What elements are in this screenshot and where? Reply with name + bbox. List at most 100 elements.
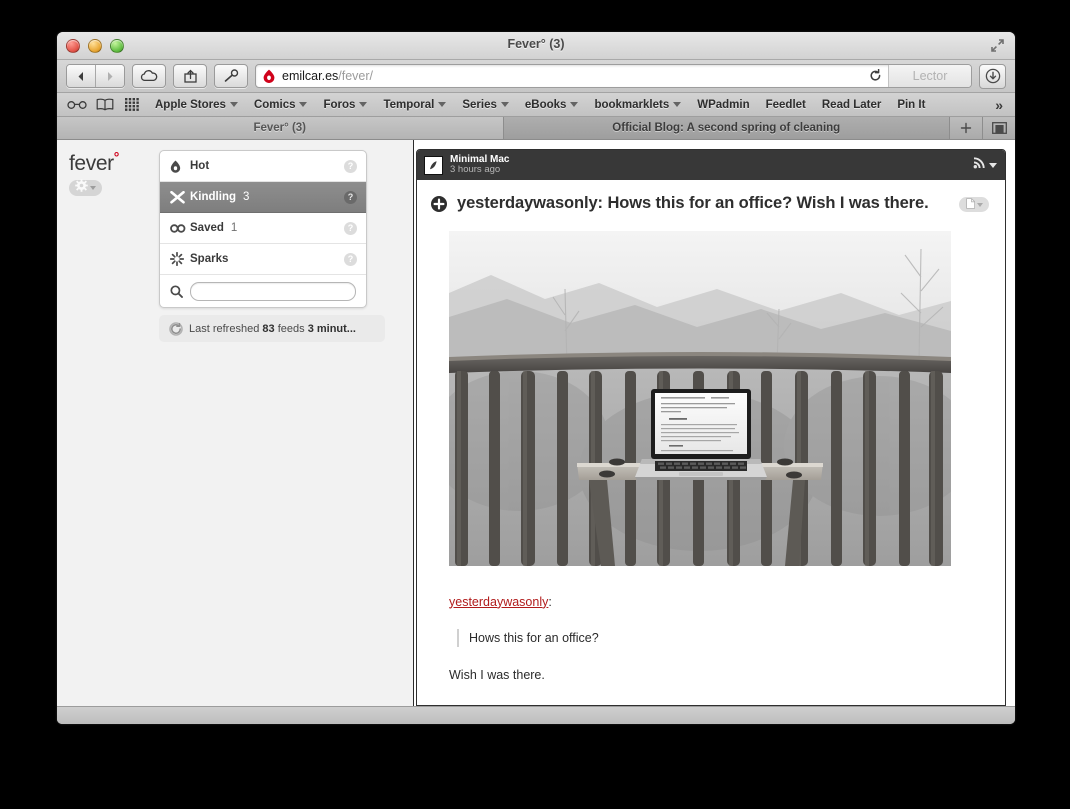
help-icon[interactable]: ?: [344, 190, 357, 204]
bookmark-label: eBooks: [524, 98, 567, 111]
feed-count: 3: [243, 191, 250, 203]
feed-row-saved[interactable]: Saved 1 ?: [160, 213, 366, 244]
fever-site-icon: [263, 69, 275, 83]
chevron-down-icon: [673, 102, 682, 107]
screen: Fever° (3) emilcar.es/fever/ Lector Appl…: [0, 0, 1070, 809]
add-icon[interactable]: [431, 196, 447, 212]
article-options-button[interactable]: [959, 197, 989, 212]
chevron-down-icon: [90, 186, 96, 190]
window-titlebar: Fever° (3): [57, 32, 1015, 60]
article-photo: [449, 230, 951, 566]
rss-menu-button[interactable]: [973, 156, 997, 174]
feed-row-hot[interactable]: Hot ?: [160, 151, 366, 182]
article-source-link[interactable]: yesterdaywasonly: [449, 595, 548, 609]
bookmark-foros[interactable]: Foros: [315, 97, 375, 113]
help-icon[interactable]: ?: [344, 159, 357, 173]
address-bar[interactable]: emilcar.es/fever/ Lector: [255, 64, 972, 88]
search-input[interactable]: [190, 281, 356, 301]
chevron-down-icon: [976, 202, 983, 207]
grid-icon[interactable]: [119, 95, 147, 115]
article-paragraph: Wish I was there.: [449, 667, 545, 682]
url-host: emilcar.es: [282, 69, 339, 83]
refresh-feeds-word: feeds: [277, 322, 305, 335]
bookmark-label: Series: [462, 98, 497, 111]
navigation-buttons: [66, 64, 125, 88]
fever-settings-button[interactable]: [69, 179, 102, 196]
article-timestamp: 3 hours ago: [450, 164, 501, 176]
feed-row-sparks[interactable]: Sparks ?: [160, 244, 366, 275]
feed-label: Hot: [190, 160, 210, 172]
feed-count: 1: [230, 222, 238, 234]
last-refreshed-bar[interactable]: Last refreshed 83 feeds 3 minut...: [159, 315, 385, 342]
help-icon[interactable]: ?: [344, 252, 357, 266]
article-title[interactable]: yesterdaywasonly: Hows this for an offic…: [457, 193, 949, 214]
new-tab-button[interactable]: [950, 117, 983, 139]
last-refreshed-text: Last refreshed 83 feeds 3 minut...: [189, 323, 356, 335]
refresh-icon: [169, 321, 189, 336]
article-link-suffix: :: [548, 594, 552, 609]
sparks-icon: [170, 252, 190, 266]
bookmark-ebooks[interactable]: eBooks: [517, 97, 587, 113]
tab-official-blog[interactable]: Official Blog: A second spring of cleani…: [503, 117, 950, 139]
article-card: Minimal Mac 3 hours ago yesterdaywasonly…: [416, 149, 1006, 706]
onepassword-button[interactable]: [214, 64, 248, 88]
feed-label: Kindling: [190, 191, 236, 203]
address-bar-right-controls: Lector: [862, 65, 971, 87]
bookmark-series[interactable]: Series: [454, 97, 517, 113]
bookmark-pin-it[interactable]: Pin It: [889, 97, 933, 113]
help-icon[interactable]: ?: [344, 221, 357, 235]
chevron-down-icon: [570, 102, 579, 107]
refresh-time: 3 minut...: [307, 322, 356, 335]
bookmark-bookmarklets[interactable]: bookmarklets: [586, 97, 689, 113]
chevron-down-icon: [299, 102, 308, 107]
article-text: yesterdaywasonly: Hows this for an offic…: [449, 593, 989, 684]
article-attribution: yesterdaywasonly:: [449, 593, 989, 611]
reload-icon[interactable]: [862, 65, 888, 87]
bookmark-comics[interactable]: Comics: [246, 97, 316, 113]
window-statusbar: [57, 706, 1015, 724]
chevron-down-icon: [989, 162, 997, 168]
search-icon: [170, 284, 190, 298]
bookmark-wpadmin[interactable]: WPadmin: [689, 97, 757, 113]
fullscreen-icon[interactable]: [988, 36, 1007, 55]
bookmarks-overflow-button[interactable]: »: [989, 97, 1009, 113]
bookmark-label: Foros: [323, 98, 356, 111]
fever-search-row: [160, 275, 366, 307]
book-icon[interactable]: [91, 95, 119, 115]
window-title: Fever° (3): [507, 37, 565, 51]
tab-fever[interactable]: Fever° (3): [57, 117, 504, 139]
icloud-tabs-button[interactable]: [132, 64, 166, 88]
tab-overview-button[interactable]: [983, 117, 1015, 139]
article-column: Minimal Mac 3 hours ago yesterdaywasonly…: [414, 140, 1015, 706]
downloads-button[interactable]: [979, 63, 1006, 89]
reader-button[interactable]: Lector: [888, 65, 971, 87]
feed-row-kindling[interactable]: Kindling 3 ?: [160, 182, 366, 213]
back-button[interactable]: [67, 65, 95, 87]
bookmark-apple-stores[interactable]: Apple Stores: [147, 97, 246, 113]
fever-logo-text: fever: [69, 152, 114, 175]
bookmark-feedlet[interactable]: Feedlet: [758, 97, 814, 113]
fever-sidebar: fever° Hot ? Kindling 3 ? Saved 1 ? Spar…: [57, 140, 414, 706]
article-source-info: Minimal Mac 3 hours ago: [450, 154, 509, 176]
browser-window: Fever° (3) emilcar.es/fever/ Lector Appl…: [57, 32, 1015, 724]
document-icon: [965, 196, 975, 214]
bookmark-label: Comics: [253, 98, 296, 111]
forward-button[interactable]: [95, 65, 124, 87]
bookmark-temporal[interactable]: Temporal: [375, 97, 454, 113]
bookmark-label: WPadmin: [697, 98, 750, 111]
bookmark-label: Feedlet: [765, 98, 806, 111]
share-button[interactable]: [173, 64, 207, 88]
bookmark-read-later[interactable]: Read Later: [814, 97, 889, 113]
tab-bar: Fever° (3) Official Blog: A second sprin…: [57, 117, 1015, 140]
source-favicon: [424, 155, 443, 175]
fever-logo: fever°: [69, 150, 153, 174]
refresh-prefix: Last refreshed: [189, 322, 260, 335]
chevron-down-icon: [500, 102, 509, 107]
article-header: Minimal Mac 3 hours ago: [417, 150, 1005, 180]
url-path: /fever/: [338, 69, 374, 83]
bookmark-label: Read Later: [821, 98, 882, 111]
glasses-icon[interactable]: [63, 95, 91, 115]
page-viewport: fever° Hot ? Kindling 3 ? Saved 1 ? Spar…: [57, 140, 1015, 706]
bookmarks-bar: Apple Stores Comics Foros Temporal Serie…: [57, 93, 1015, 117]
article-title-row: yesterdaywasonly: Hows this for an offic…: [431, 193, 989, 214]
